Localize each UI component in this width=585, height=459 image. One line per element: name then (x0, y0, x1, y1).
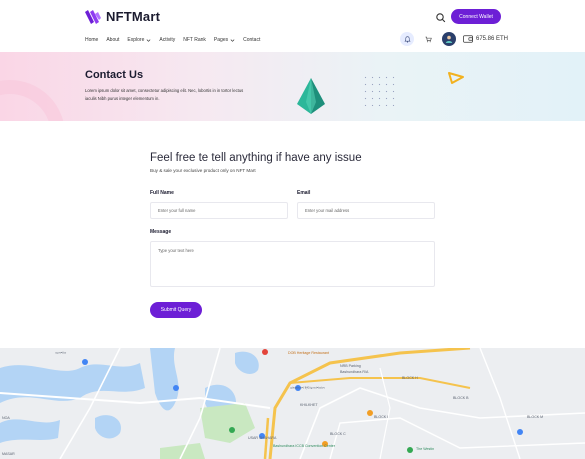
map-label: MASAR (2, 452, 15, 456)
nav-item-activity[interactable]: Activity (159, 37, 175, 43)
search-icon (436, 13, 446, 23)
nav-item-about[interactable]: About (106, 37, 119, 43)
map-label: KHILKHET (300, 403, 318, 407)
nav-item-nft-rank[interactable]: NFT Rank (183, 37, 206, 43)
map-label: DOB Heritage Restaurant (288, 351, 329, 355)
connect-wallet-button[interactable]: Connect Wallet (451, 9, 501, 24)
page-banner: Contact Us Lorem ipsum dolor sit amet, c… (0, 52, 585, 121)
map-label: BLOCK M (527, 415, 544, 419)
cart-icon (425, 36, 432, 42)
wallet-balance-value: 675.86 ETH (476, 36, 509, 42)
wallet-icon (463, 35, 473, 43)
nav-item-label: Activity (159, 37, 176, 43)
nav-item-pages[interactable]: Pages (214, 37, 235, 43)
page-title: Contact Us (85, 69, 144, 81)
nav-item-label: Explore (127, 37, 145, 43)
top-navbar: NFTMart Connect Wallet Home About Explore A… (0, 0, 585, 52)
nav-item-home[interactable]: Home (85, 37, 98, 43)
brand-name: NFTMart (106, 9, 161, 24)
map-label: BLOCK C (330, 432, 346, 436)
form-subheading: Buy & sale your exclusive product only o… (150, 168, 256, 173)
nav-item-label: About (106, 37, 120, 43)
cart-button[interactable] (421, 32, 435, 46)
nav-item-explore[interactable]: Explore (127, 37, 151, 43)
gem-icon (297, 78, 325, 114)
decorative-dot-grid (362, 74, 398, 106)
brand-logo[interactable]: NFTMart (85, 9, 160, 24)
map-canvas (0, 348, 585, 459)
map-label: BLOCK H (402, 376, 418, 380)
message-label: Message (150, 229, 172, 235)
user-avatar[interactable] (442, 32, 456, 46)
nav-item-contact[interactable]: Contact (243, 37, 260, 43)
email-input[interactable] (297, 202, 435, 219)
map-label: BLOCK B (453, 396, 469, 400)
nav-item-label: Contact (243, 37, 261, 43)
banner-description: Lorem ipsum dolor sit amet, consectetur … (85, 88, 244, 101)
chevron-down-icon (230, 38, 235, 42)
form-heading: Feel free te tell anything if have any i… (150, 152, 362, 164)
full-name-label: Full Name (150, 190, 174, 196)
triangle-icon (448, 72, 464, 84)
map-label: The Westin (416, 447, 435, 451)
chevron-down-icon (146, 38, 151, 42)
submit-query-button[interactable]: Submit Query (150, 302, 202, 318)
nav-item-label: Pages (213, 37, 229, 43)
nav-item-label: NFT Rank (183, 37, 206, 43)
wallet-balance[interactable]: 675.86 ETH (463, 35, 508, 43)
map-label: বাংলাদেশ ইন্টারন্যাশনাল (290, 386, 325, 390)
bell-icon (403, 35, 411, 43)
main-nav: Home About Explore Activity NFT Rank Pages Con… (85, 37, 260, 43)
location-map[interactable]: গুলশান DOB Heritage Restaurant বাংলাদেশ … (0, 348, 585, 459)
message-textarea[interactable] (150, 241, 435, 287)
map-label: গুলশান (55, 351, 67, 355)
nav-item-label: Home (85, 37, 99, 43)
map-label: USAR SHAHARA (248, 436, 277, 440)
map-label: NRB Parking (340, 364, 361, 368)
decorative-circle (0, 80, 65, 121)
notifications-button[interactable] (400, 32, 414, 46)
search-button[interactable] (434, 11, 448, 25)
map-label: NOA (2, 416, 10, 420)
avatar-image (445, 35, 453, 43)
nm-logo-icon (85, 9, 101, 24)
full-name-input[interactable] (150, 202, 288, 219)
map-label: Bashundhara R/A (340, 370, 369, 374)
email-label: Email (297, 190, 311, 196)
map-label: BLOCK I (374, 415, 389, 419)
map-label: Bashundhara ICCB Convention Center (273, 444, 335, 448)
header-actions: 675.86 ETH (400, 32, 508, 46)
